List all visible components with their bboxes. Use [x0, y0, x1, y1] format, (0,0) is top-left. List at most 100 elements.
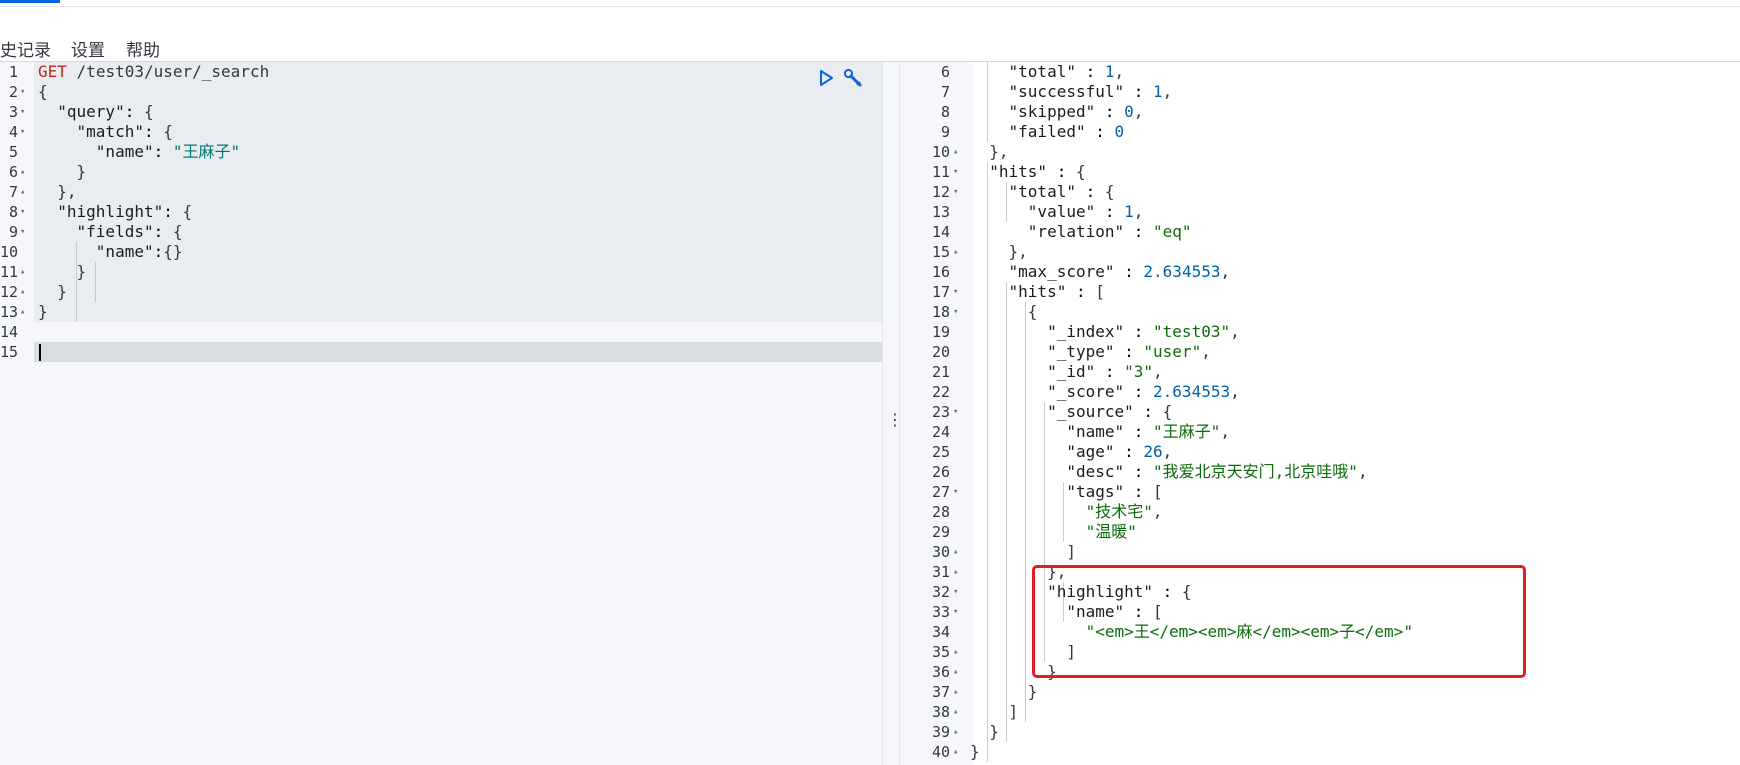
fold-open-icon[interactable]: ▾	[953, 602, 958, 622]
line-number: 34	[931, 623, 950, 641]
fold-close-icon[interactable]: ▴	[953, 682, 958, 702]
code-text: }	[970, 742, 980, 761]
code-line[interactable]: 2 ▾ {	[0, 82, 882, 102]
code-line[interactable]: 19 "_index" : "test03",	[900, 322, 1740, 342]
code-line[interactable]: 12 ▾ "total" : {	[900, 182, 1740, 202]
code-line[interactable]: 15 ▴ },	[900, 242, 1740, 262]
line-number: 35	[931, 643, 950, 661]
code-line[interactable]: 14	[0, 322, 882, 342]
code-text: ]	[970, 542, 1076, 561]
fold-open-icon[interactable]: ▾	[953, 182, 958, 202]
fold-close-icon[interactable]: ▴	[953, 142, 958, 162]
code-line[interactable]: 39 ▴ }	[900, 722, 1740, 742]
wrench-icon[interactable]	[842, 67, 864, 89]
code-text: }	[38, 262, 87, 281]
code-line[interactable]: 30 ▴ ]	[900, 542, 1740, 562]
fold-close-icon[interactable]: ▴	[953, 662, 958, 682]
fold-close-icon[interactable]: ▴	[953, 642, 958, 662]
code-text: "relation" : "eq"	[1027, 222, 1192, 241]
fold-open-icon[interactable]: ▾	[20, 82, 25, 102]
code-text: "age" : 26,	[1066, 442, 1173, 461]
fold-close-icon[interactable]: ▴	[953, 542, 958, 562]
line-number: 27	[931, 483, 950, 501]
code-line[interactable]: 26 "desc" : "我爱北京天安门,北京哇哦",	[900, 462, 1740, 482]
code-line[interactable]: 12 ▴ }	[0, 282, 882, 302]
line-number: 8	[940, 103, 950, 121]
line-number: 7	[940, 83, 950, 101]
active-tab-indicator[interactable]	[0, 0, 60, 3]
code-line[interactable]: 28 "技术宅",	[900, 502, 1740, 522]
code-text: {	[38, 82, 48, 101]
line-number: 14	[931, 223, 950, 241]
line-number: 37	[931, 683, 950, 701]
code-line[interactable]: 20 "_type" : "user",	[900, 342, 1740, 362]
code-line[interactable]: 25 "age" : 26,	[900, 442, 1740, 462]
fold-open-icon[interactable]: ▾	[20, 102, 25, 122]
code-line[interactable]: 17 ▾ "hits" : [	[900, 282, 1740, 302]
code-line[interactable]: 8 "skipped" : 0,	[900, 102, 1740, 122]
fold-close-icon[interactable]: ▴	[953, 722, 958, 742]
fold-close-icon[interactable]: ▴	[953, 562, 958, 582]
fold-close-icon[interactable]: ▴	[953, 702, 958, 722]
code-line[interactable]: 15	[0, 342, 882, 362]
code-line[interactable]: 29 "温暖"	[900, 522, 1740, 542]
code-line[interactable]: 5 "name": "王麻子"	[0, 142, 882, 162]
code-line[interactable]: 10 ▴ },	[900, 142, 1740, 162]
code-line[interactable]: 1 GET /test03/user/_search	[0, 62, 882, 82]
code-line[interactable]: 13 "value" : 1,	[900, 202, 1740, 222]
fold-close-icon[interactable]: ▴	[20, 162, 25, 182]
fold-open-icon[interactable]: ▾	[20, 202, 25, 222]
code-line[interactable]: 38 ▴ ]	[900, 702, 1740, 722]
code-line[interactable]: 37 ▴ }	[900, 682, 1740, 702]
code-line[interactable]: 6 ▴ }	[0, 162, 882, 182]
code-line[interactable]: 4 ▾ "match": {	[0, 122, 882, 142]
code-line[interactable]: 40 ▴}	[900, 742, 1740, 762]
play-icon[interactable]	[815, 67, 837, 89]
code-line[interactable]: 3 ▾ "query": {	[0, 102, 882, 122]
fold-open-icon[interactable]: ▾	[953, 582, 958, 602]
request-editor[interactable]: 1 GET /test03/user/_search 2 ▾{3 ▾ "query": …	[0, 62, 882, 765]
request-code-lines[interactable]: 1 GET /test03/user/_search 2 ▾{3 ▾ "query": …	[0, 62, 882, 362]
code-line[interactable]: 7 "successful" : 1,	[900, 82, 1740, 102]
code-line[interactable]: 6 "total" : 1,	[900, 62, 1740, 82]
fold-close-icon[interactable]: ▴	[20, 282, 25, 302]
fold-open-icon[interactable]: ▾	[953, 282, 958, 302]
code-line[interactable]: 16 "max_score" : 2.634553,	[900, 262, 1740, 282]
line-number: 1	[8, 63, 18, 81]
fold-close-icon[interactable]: ▴	[20, 182, 25, 202]
code-line[interactable]: 8 ▾ "highlight": {	[0, 202, 882, 222]
code-line[interactable]: 24 "name" : "王麻子",	[900, 422, 1740, 442]
code-line[interactable]: 11 ▴ }	[0, 262, 882, 282]
fold-close-icon[interactable]: ▴	[953, 742, 958, 762]
fold-open-icon[interactable]: ▾	[953, 302, 958, 322]
menu-settings[interactable]: 设置	[71, 36, 105, 61]
fold-open-icon[interactable]: ▾	[953, 482, 958, 502]
fold-open-icon[interactable]: ▾	[953, 402, 958, 422]
code-line[interactable]: 11 ▾ "hits" : {	[900, 162, 1740, 182]
line-number: 30	[931, 543, 950, 561]
fold-close-icon[interactable]: ▴	[953, 242, 958, 262]
line-number: 6	[8, 163, 18, 181]
code-line[interactable]: 7 ▴ },	[0, 182, 882, 202]
code-line[interactable]: 21 "_id" : "3",	[900, 362, 1740, 382]
code-line[interactable]: 18 ▾ {	[900, 302, 1740, 322]
code-line[interactable]: 14 "relation" : "eq"	[900, 222, 1740, 242]
code-line[interactable]: 9 ▾ "fields": {	[0, 222, 882, 242]
code-line[interactable]: 10 "name":{}	[0, 242, 882, 262]
code-line[interactable]: 9 "failed" : 0	[900, 122, 1740, 142]
fold-open-icon[interactable]: ▾	[20, 222, 25, 242]
fold-close-icon[interactable]: ▴	[20, 262, 25, 282]
code-line[interactable]: 13 ▴}	[0, 302, 882, 322]
code-line[interactable]: 23 ▾ "_source" : {	[900, 402, 1740, 422]
line-number: 9	[8, 223, 18, 241]
fold-open-icon[interactable]: ▾	[20, 122, 25, 142]
menu-history[interactable]: 史记录	[0, 36, 51, 61]
code-text: GET /test03/user/_search	[38, 62, 270, 81]
fold-open-icon[interactable]: ▾	[953, 162, 958, 182]
fold-close-icon[interactable]: ▴	[20, 302, 25, 322]
line-number: 2	[8, 83, 18, 101]
menu-help[interactable]: 帮助	[126, 36, 160, 61]
pane-resize-handle[interactable]: ⋮	[882, 62, 903, 765]
code-line[interactable]: 27 ▾ "tags" : [	[900, 482, 1740, 502]
code-line[interactable]: 22 "_score" : 2.634553,	[900, 382, 1740, 402]
